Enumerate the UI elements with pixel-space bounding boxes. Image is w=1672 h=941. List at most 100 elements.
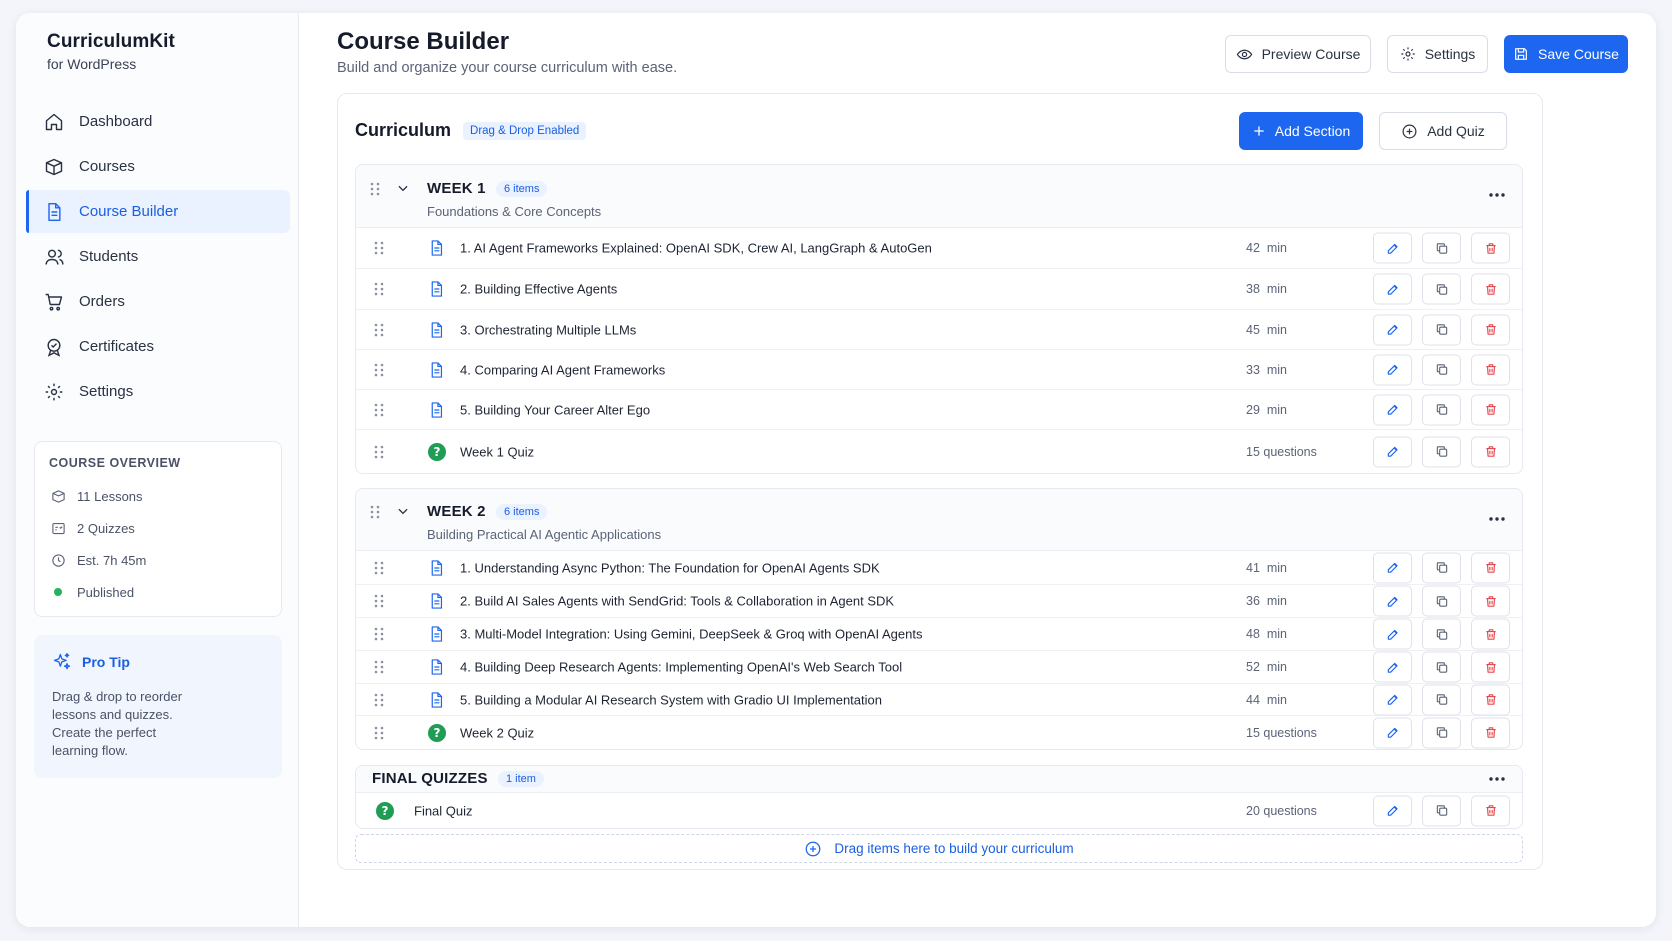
lesson-row[interactable]: 2. Building Effective Agents 38 min (356, 269, 1522, 310)
lesson-row[interactable]: 3. Orchestrating Multiple LLMs 45 min (356, 310, 1522, 350)
edit-button[interactable] (1373, 394, 1412, 425)
lesson-row[interactable]: 3. Multi-Model Integration: Using Gemini… (356, 618, 1522, 651)
add-quiz-button[interactable]: Add Quiz (1379, 112, 1507, 150)
quiz-row[interactable]: ? Week 2 Quiz 15 questions (356, 716, 1522, 749)
duplicate-button[interactable] (1422, 585, 1461, 617)
drag-handle-icon[interactable] (374, 363, 384, 377)
brand: CurriculumKit for WordPress (26, 31, 288, 72)
sidebar-item-dashboard[interactable]: Dashboard (26, 100, 290, 143)
delete-button[interactable] (1471, 795, 1510, 826)
eye-icon (1236, 46, 1253, 63)
delete-button[interactable] (1471, 585, 1510, 617)
edit-button[interactable] (1373, 684, 1412, 715)
copy-icon (1435, 594, 1449, 608)
more-options-icon[interactable] (1488, 192, 1506, 198)
duplicate-button[interactable] (1422, 552, 1461, 583)
delete-button[interactable] (1471, 436, 1510, 467)
duplicate-button[interactable] (1422, 394, 1461, 425)
lesson-row[interactable]: 4. Comparing AI Agent Frameworks 33 min (356, 350, 1522, 390)
clock-icon (49, 553, 67, 568)
duplicate-button[interactable] (1422, 354, 1461, 385)
quiz-row[interactable]: ? Week 1 Quiz 15 questions (356, 430, 1522, 473)
sidebar-item-certificates[interactable]: Certificates (26, 325, 290, 368)
duplicate-button[interactable] (1422, 232, 1461, 264)
save-course-button[interactable]: Save Course (1504, 35, 1628, 73)
duplicate-button[interactable] (1422, 684, 1461, 715)
drag-handle-icon[interactable] (374, 323, 384, 337)
duplicate-button[interactable] (1422, 273, 1461, 305)
delete-button[interactable] (1471, 618, 1510, 650)
delete-button[interactable] (1471, 314, 1510, 345)
more-options-icon[interactable] (1488, 776, 1506, 782)
section-header[interactable]: WEEK 2 6 items Building Practical AI Agent… (356, 489, 1522, 551)
edit-button[interactable] (1373, 552, 1412, 583)
add-section-button[interactable]: Add Section (1239, 112, 1363, 150)
lesson-row[interactable]: 5. Building Your Career Alter Ego 29 min (356, 390, 1522, 430)
curriculum-dropzone[interactable]: Drag items here to build your curriculum (355, 834, 1523, 863)
sidebar-item-courses[interactable]: Courses (26, 145, 290, 188)
drag-handle-icon[interactable] (374, 241, 384, 255)
drag-handle-icon[interactable] (370, 505, 380, 519)
item-duration: 33 min (1246, 362, 1287, 377)
duplicate-button[interactable] (1422, 717, 1461, 748)
delete-button[interactable] (1471, 651, 1510, 683)
curriculum-title: Curriculum (355, 120, 452, 140)
drag-handle-icon[interactable] (374, 594, 384, 608)
drag-handle-icon[interactable] (374, 693, 384, 707)
lesson-row[interactable]: 1. AI Agent Frameworks Explained: OpenAI… (356, 228, 1522, 269)
section-header[interactable]: WEEK 1 6 items Foundations & Core Concepts (356, 165, 1522, 228)
copy-icon (1435, 627, 1449, 641)
edit-button[interactable] (1373, 314, 1412, 345)
lesson-row[interactable]: 5. Building a Modular AI Research System… (356, 684, 1522, 716)
delete-button[interactable] (1471, 354, 1510, 385)
preview-course-button[interactable]: Preview Course (1225, 35, 1371, 73)
edit-button[interactable] (1373, 273, 1412, 305)
edit-button[interactable] (1373, 618, 1412, 650)
delete-button[interactable] (1471, 552, 1510, 583)
duplicate-button[interactable] (1422, 314, 1461, 345)
overview-estimate-label: Est. 7h 45m (77, 552, 147, 568)
sidebar-item-students[interactable]: Students (26, 235, 290, 278)
edit-button[interactable] (1373, 436, 1412, 467)
edit-button[interactable] (1373, 232, 1412, 264)
drag-handle-icon[interactable] (374, 627, 384, 641)
delete-button[interactable] (1471, 717, 1510, 748)
section-item-count: 1 item (498, 771, 544, 787)
users-icon (43, 246, 65, 268)
edit-button[interactable] (1373, 717, 1412, 748)
delete-button[interactable] (1471, 684, 1510, 715)
more-options-icon[interactable] (1488, 516, 1506, 522)
quiz-row[interactable]: ? Final Quiz 20 questions (356, 793, 1522, 828)
section-header[interactable]: FINAL QUIZZES 1 item (356, 766, 1522, 793)
chevron-down-icon[interactable] (396, 181, 410, 195)
drag-handle-icon[interactable] (374, 660, 384, 674)
lesson-row[interactable]: 4. Building Deep Research Agents: Implem… (356, 651, 1522, 684)
lesson-row[interactable]: 1. Understanding Async Python: The Found… (356, 551, 1522, 585)
duplicate-button[interactable] (1422, 618, 1461, 650)
edit-button[interactable] (1373, 585, 1412, 617)
page-title: Course Builder (337, 28, 510, 55)
edit-button[interactable] (1373, 651, 1412, 683)
drag-handle-icon[interactable] (374, 282, 384, 296)
sidebar-item-orders[interactable]: Orders (26, 280, 290, 323)
delete-button[interactable] (1471, 273, 1510, 305)
duplicate-button[interactable] (1422, 651, 1461, 683)
drag-handle-icon[interactable] (374, 561, 384, 575)
sidebar-item-settings[interactable]: Settings (26, 370, 290, 413)
edit-button[interactable] (1373, 354, 1412, 385)
duplicate-button[interactable] (1422, 795, 1461, 826)
delete-button[interactable] (1471, 232, 1510, 264)
drag-handle-icon[interactable] (374, 726, 384, 740)
drag-handle-icon[interactable] (370, 182, 380, 196)
lesson-document-icon (428, 400, 445, 419)
lesson-row[interactable]: 2. Build AI Sales Agents with SendGrid: … (356, 585, 1522, 618)
copy-icon (1435, 726, 1449, 740)
drag-handle-icon[interactable] (374, 445, 384, 459)
edit-button[interactable] (1373, 795, 1412, 826)
delete-button[interactable] (1471, 394, 1510, 425)
duplicate-button[interactable] (1422, 436, 1461, 467)
chevron-down-icon[interactable] (396, 504, 410, 518)
drag-handle-icon[interactable] (374, 403, 384, 417)
settings-button[interactable]: Settings (1387, 35, 1488, 73)
sidebar-item-course-builder[interactable]: Course Builder (26, 190, 290, 233)
